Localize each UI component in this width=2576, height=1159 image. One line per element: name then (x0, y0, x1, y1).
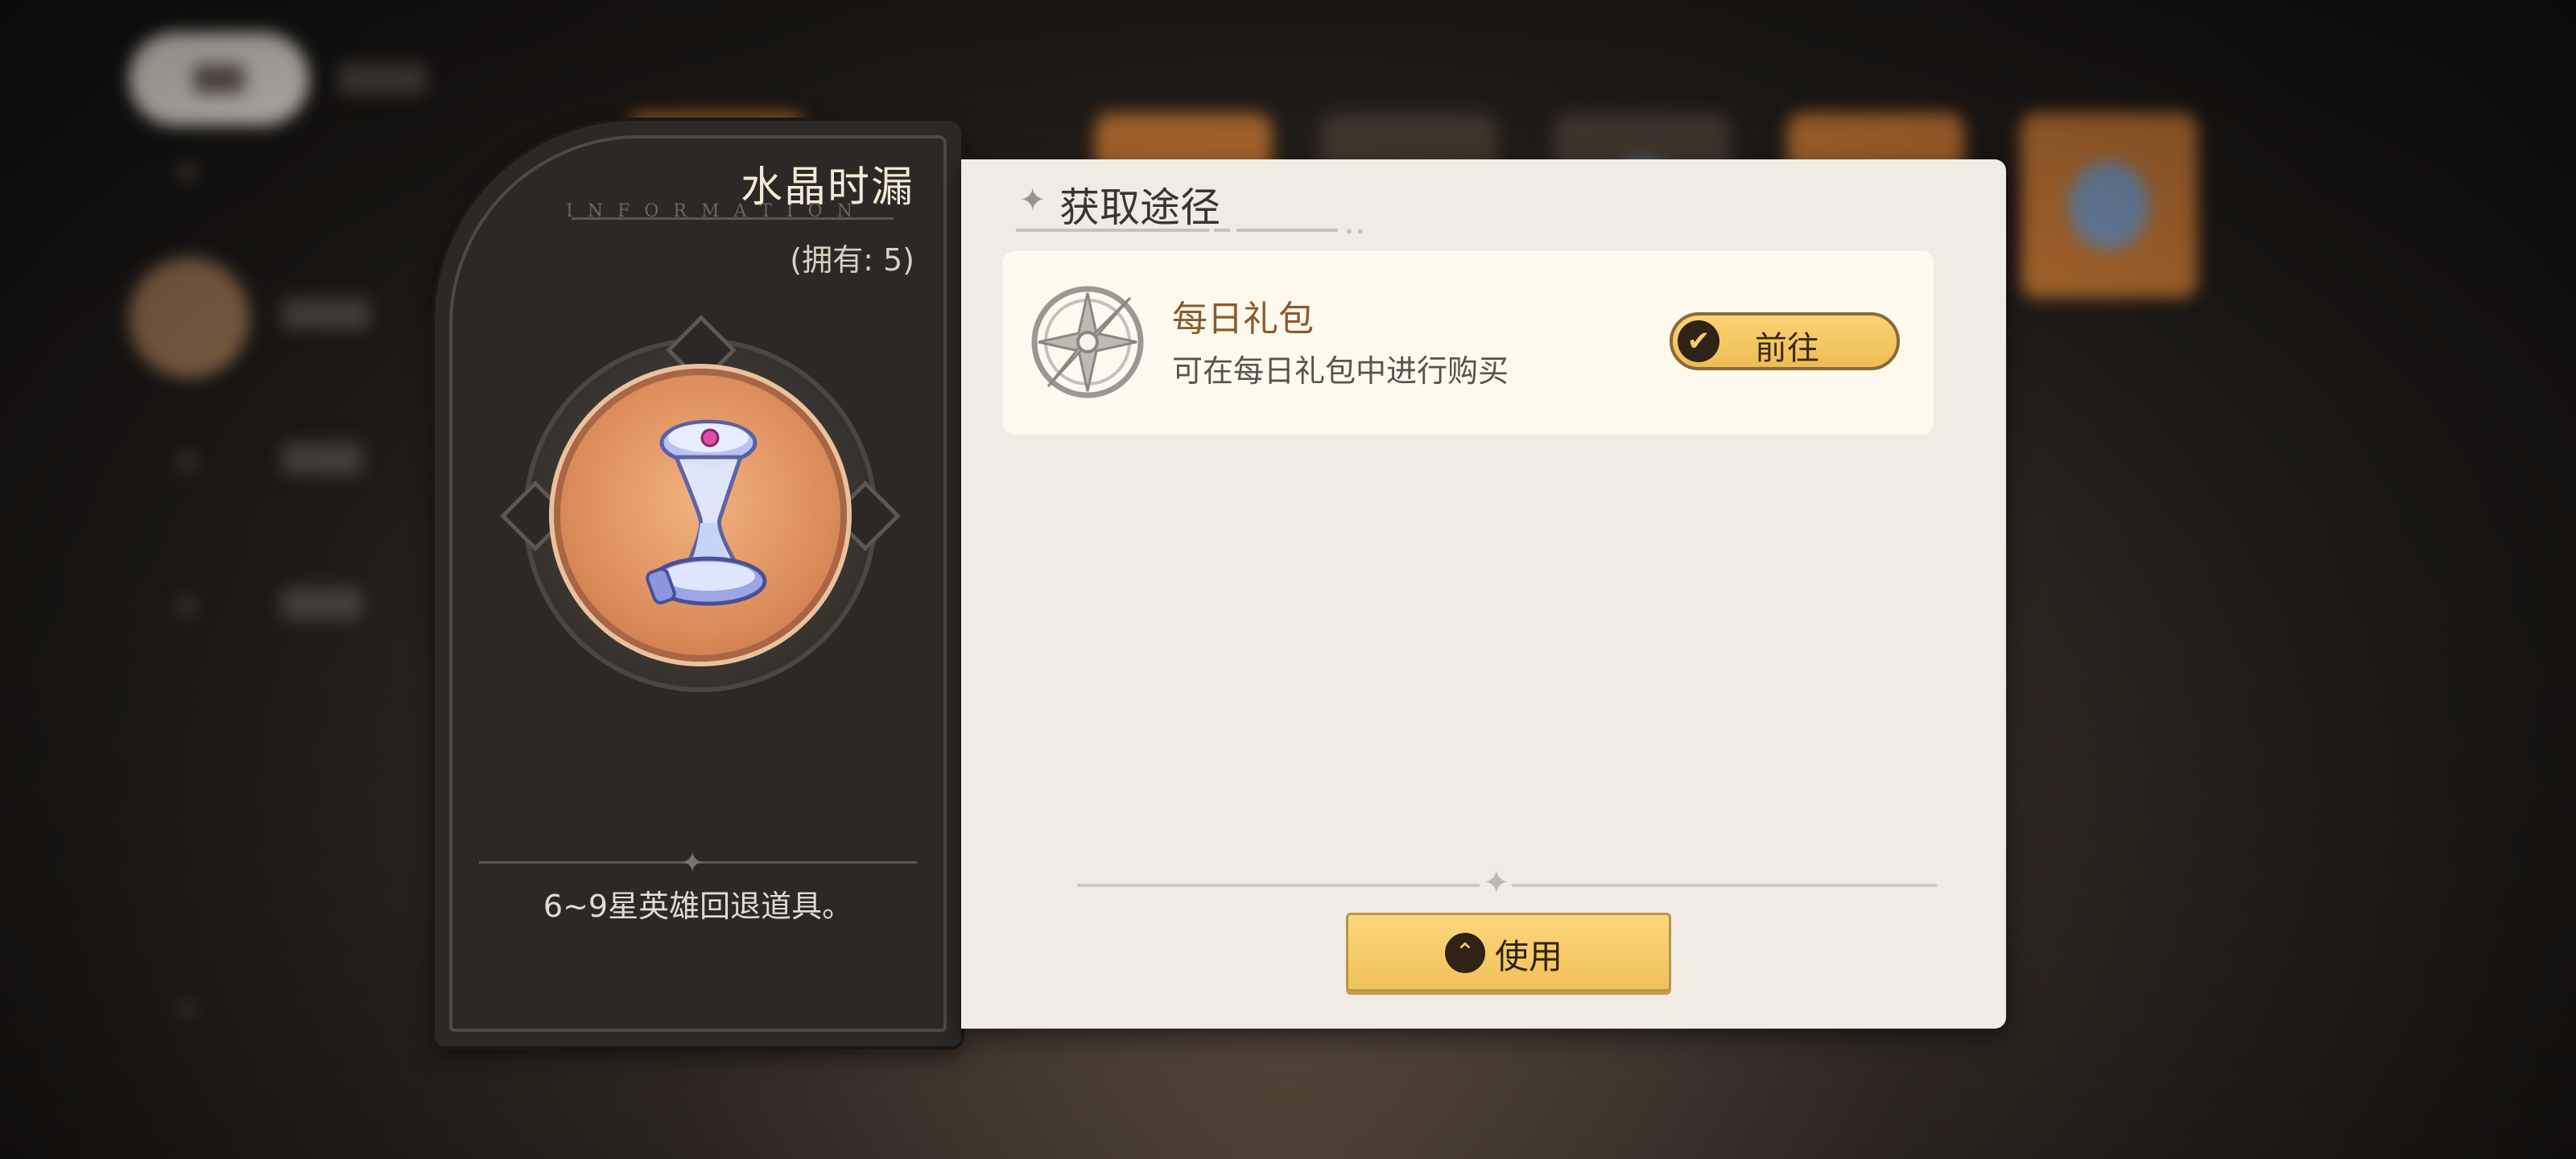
check-icon: ✔ (1678, 320, 1719, 362)
acquisition-title: 获取途径 (1059, 184, 1220, 231)
source-name: 每日礼包 (1172, 299, 1314, 340)
use-button-label: 使用 (1495, 937, 1563, 976)
item-name: 水晶时漏 (740, 163, 914, 212)
header-star-icon: ✦ (1019, 182, 1046, 219)
source-description: 可在每日礼包中进行购买 (1172, 353, 1509, 389)
chevron-up-icon: ⌃ (1445, 933, 1485, 973)
goto-button-label: 前往 (1755, 330, 1819, 367)
item-icon-frame (500, 315, 901, 700)
goto-button[interactable]: ✔ 前往 (1670, 312, 1900, 370)
crystal-hourglass-icon (646, 419, 767, 606)
use-button[interactable]: ⌃ 使用 (1346, 913, 1671, 992)
source-row-daily-pack: 每日礼包 可在每日礼包中进行购买 ✔ 前往 (1003, 251, 1934, 435)
item-owned-count: (拥有: 5) (790, 242, 914, 278)
compass-icon (1031, 286, 1144, 398)
item-description: 6~9星英雄回退道具。 (543, 889, 853, 924)
footer-star-icon: ✦ (1483, 864, 1510, 901)
divider-star-icon: ✦ (680, 847, 705, 880)
acquisition-panel: ✦ 获取途径 •• 每日礼包 可在每日礼包中进行购买 ✔ 前往 ✦ ⌃ 使用 (961, 159, 2006, 1029)
item-info-panel: INFORMATION 水晶时漏 (拥有: 5) ✦ 6~9星英雄回退道具。 (435, 121, 961, 1046)
